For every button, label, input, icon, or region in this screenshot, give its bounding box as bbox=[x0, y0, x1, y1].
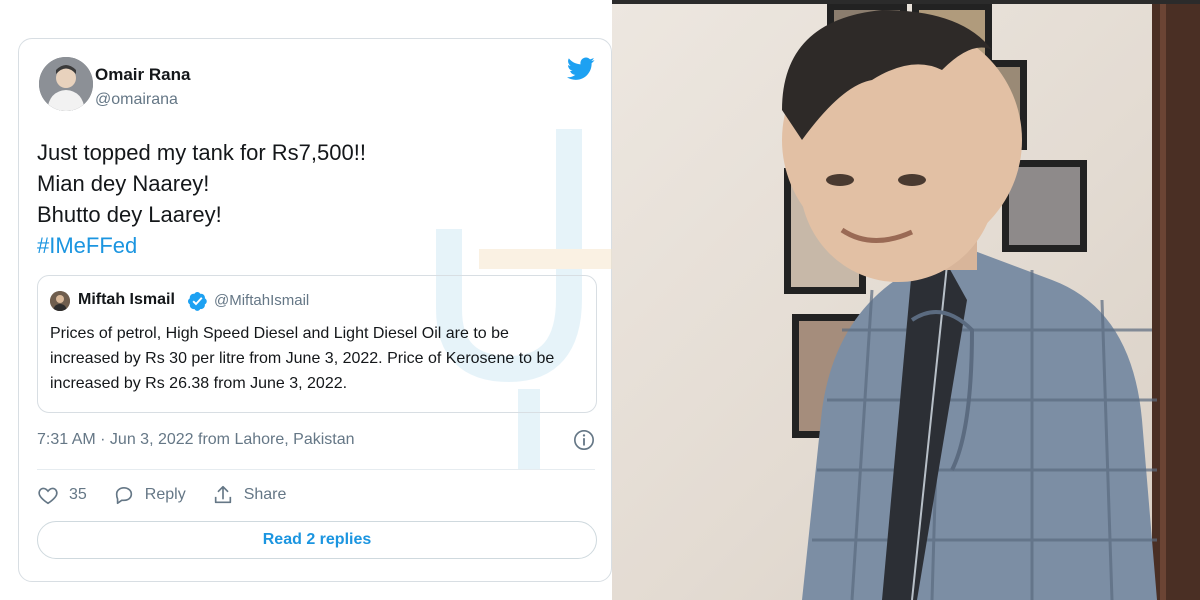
twitter-bird-icon[interactable] bbox=[567, 57, 595, 81]
reply-button[interactable]: Reply bbox=[113, 484, 186, 506]
quoted-author-handle: @MiftahIsmail bbox=[214, 292, 310, 309]
quoted-author-avatar bbox=[50, 291, 70, 311]
heart-icon bbox=[38, 487, 58, 505]
reply-label: Reply bbox=[144, 486, 186, 503]
quoted-avatar-image bbox=[50, 291, 70, 311]
tweet-text: Just topped my tank for Rs7,500!! Mian d… bbox=[37, 137, 366, 261]
quoted-author-name: Miftah Ismail bbox=[78, 291, 175, 308]
tweet-timestamp[interactable]: 7:31 AM · Jun 3, 2022 from Lahore, Pakis… bbox=[37, 431, 355, 449]
reply-icon bbox=[115, 487, 132, 505]
avatar-image bbox=[39, 57, 93, 111]
author-name[interactable]: Omair Rana bbox=[95, 65, 190, 85]
verified-badge-icon bbox=[188, 292, 207, 311]
quoted-tweet[interactable]: Miftah Ismail @MiftahIsmail Prices of pe… bbox=[37, 275, 597, 413]
author-avatar[interactable] bbox=[39, 57, 93, 111]
person bbox=[782, 10, 1157, 600]
tweet-line: Bhutto dey Laarey! bbox=[37, 202, 222, 227]
read-replies-button[interactable]: Read 2 replies bbox=[37, 521, 597, 559]
photo-top-band bbox=[612, 0, 1200, 4]
hashtag-link[interactable]: #IMeFFed bbox=[37, 230, 366, 261]
like-button[interactable]: 35 bbox=[37, 484, 87, 506]
divider bbox=[37, 469, 595, 470]
share-icon bbox=[214, 485, 231, 504]
share-label: Share bbox=[243, 486, 287, 503]
photo-illustration bbox=[782, 0, 1200, 600]
author-handle[interactable]: @omairana bbox=[95, 91, 178, 109]
info-icon[interactable] bbox=[573, 429, 595, 451]
portrait-photo bbox=[612, 0, 1200, 600]
share-button[interactable]: Share bbox=[212, 484, 287, 506]
like-count: 35 bbox=[69, 486, 87, 503]
tweet-line: Mian dey Naarey! bbox=[37, 171, 210, 196]
quoted-tweet-text: Prices of petrol, High Speed Diesel and … bbox=[50, 325, 555, 392]
tweet-actions: 35 Reply Share bbox=[37, 483, 312, 507]
tweet-card: Omair Rana @omairana Just topped my tank… bbox=[18, 38, 619, 582]
tweet-line: Just topped my tank for Rs7,500!! bbox=[37, 140, 366, 165]
